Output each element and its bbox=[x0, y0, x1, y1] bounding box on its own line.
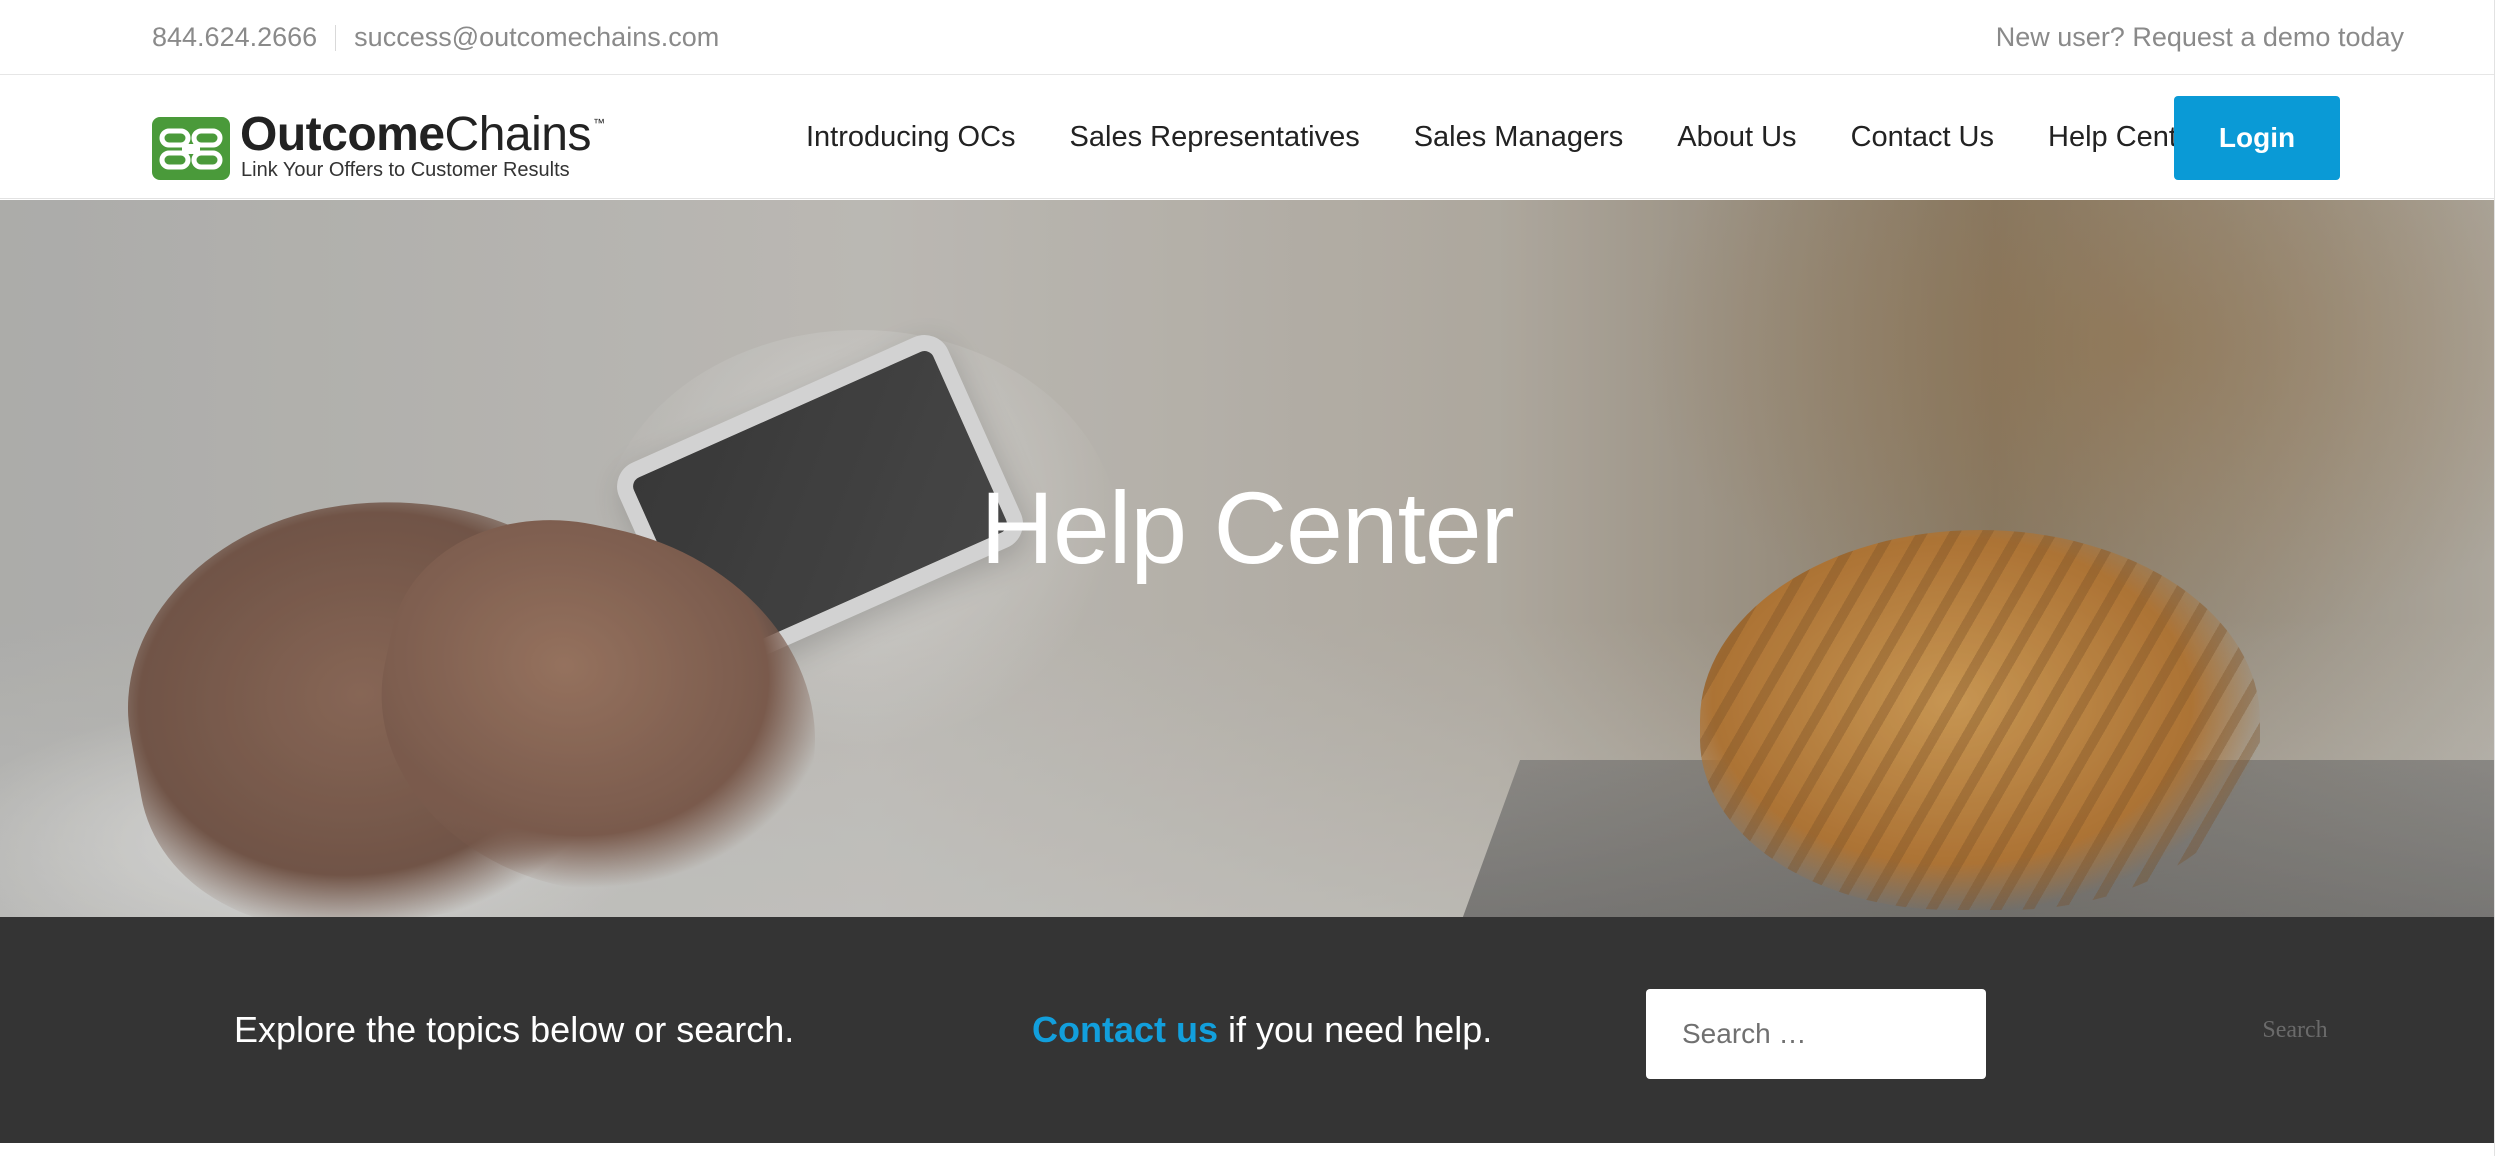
search-button[interactable]: Search bbox=[2240, 917, 2350, 1143]
logo[interactable]: OutcomeChains ™ Link Your Offers to Custo… bbox=[152, 111, 605, 187]
page-content: 844.624.2666 success@outcomechains.com N… bbox=[0, 0, 2494, 1156]
explore-text: Explore the topics below or search. bbox=[234, 1009, 795, 1050]
page-title: Help Center bbox=[980, 471, 1514, 585]
contact-us-link[interactable]: Contact us bbox=[1032, 1009, 1218, 1051]
contact-help-text: Contact us if you need help. bbox=[1032, 917, 1492, 1143]
divider bbox=[335, 24, 337, 51]
login-button[interactable]: Login bbox=[2174, 96, 2340, 180]
logo-word-light: Chains bbox=[444, 108, 592, 161]
top-bar: 844.624.2666 success@outcomechains.com N… bbox=[0, 0, 2494, 75]
email-link[interactable]: success@outcomechains.com bbox=[354, 22, 719, 53]
hero-banner: Help Center bbox=[0, 200, 2494, 917]
logo-word-bold: Outcome bbox=[240, 108, 445, 161]
search-input[interactable] bbox=[1646, 989, 1986, 1079]
nav-item-sales-representatives[interactable]: Sales Representatives bbox=[1070, 121, 1360, 154]
phone-number[interactable]: 844.624.2666 bbox=[152, 22, 317, 53]
logo-wordmark: OutcomeChains ™ bbox=[240, 108, 605, 161]
trademark-symbol: ™ bbox=[592, 116, 605, 130]
scrollbar-gutter bbox=[2494, 0, 2500, 1156]
demo-request: New user? Request a demo today bbox=[1996, 0, 2404, 75]
logo-tagline: Link Your Offers to Customer Results bbox=[241, 159, 570, 181]
page: 844.624.2666 success@outcomechains.com N… bbox=[0, 0, 2500, 1156]
chain-link-logo-icon bbox=[152, 117, 230, 180]
contact-info: 844.624.2666 success@outcomechains.com bbox=[152, 0, 719, 75]
help-search-bar: Explore the topics below or search. Cont… bbox=[0, 917, 2494, 1143]
nav-item-about-us[interactable]: About Us bbox=[1677, 121, 1796, 154]
main-nav: Introducing OCs Sales Representatives Sa… bbox=[806, 76, 2203, 199]
bottom-strip bbox=[0, 1143, 2494, 1156]
request-demo-link[interactable]: New user? Request a demo today bbox=[1996, 22, 2404, 53]
nav-item-introducing-ocs[interactable]: Introducing OCs bbox=[806, 121, 1016, 154]
site-header: OutcomeChains ™ Link Your Offers to Custo… bbox=[0, 76, 2494, 199]
nav-item-contact-us[interactable]: Contact Us bbox=[1851, 121, 1994, 154]
nav-item-sales-managers[interactable]: Sales Managers bbox=[1414, 121, 1624, 154]
contact-help-suffix: if you need help. bbox=[1228, 1009, 1493, 1050]
